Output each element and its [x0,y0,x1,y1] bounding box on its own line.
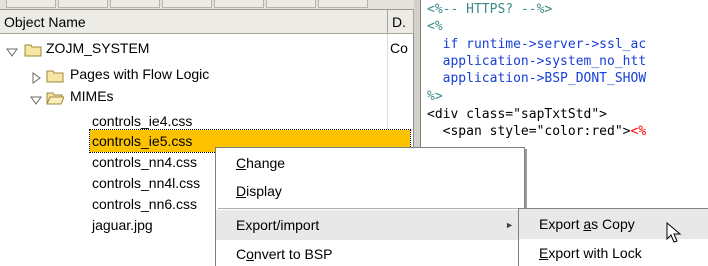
folder-icon [46,67,64,83]
code-line: application->BSP_DONT_SHOW [427,71,647,86]
menu-item-text: Export [539,216,584,232]
mouse-pointer-icon [666,221,682,244]
toolbar-button[interactable] [162,0,212,8]
tree-file-label: controls_nn4l.css [92,175,201,191]
folder-icon [24,41,42,57]
collapsed-arrow-icon[interactable] [30,68,42,84]
menu-item-text: isplay [246,183,282,199]
expanded-arrow-icon[interactable] [30,90,42,105]
menu-item-text: hange [246,155,286,171]
menu-item-mnemonic: o [246,246,254,262]
tree-node-root[interactable]: ZOJM_SYSTEM Co [0,37,408,59]
submenu-arrow-icon: ► [505,220,514,230]
toolbar-button[interactable] [214,0,264,8]
tree-file-label: jaguar.jpg [92,217,153,233]
toolbar-button[interactable] [266,0,316,8]
menu-item-display[interactable]: Display [216,176,524,206]
menu-item-mnemonic: a [583,216,592,232]
menu-item-text: C [236,246,247,262]
code-line: <%-- HTTPS? --%> [427,2,553,17]
tree-file-label: controls_nn6.css [92,196,198,212]
menu-item-text: xport with Lock [548,245,642,261]
code-line-mixed: <span style="color:red"><% [427,123,647,140]
tree-toolbar [0,0,414,10]
code-line: <% [427,19,443,34]
menu-item-text: Export/import [236,217,320,233]
tree-node-pages-with-flow-logic[interactable]: Pages with Flow Logic [0,63,384,85]
tree-node-description: Co [390,40,408,56]
menu-item-change[interactable]: Change [216,148,524,178]
toolbar-button[interactable] [6,0,56,8]
tree-node-label: Pages with Flow Logic [70,66,210,82]
code-line: if runtime->server->ssl_ac [427,37,647,52]
menu-item-convert-to-bsp[interactable]: Convert to BSP [216,239,524,266]
menu-item-mnemonic: D [236,183,247,199]
tree-header: Object Name D. [0,10,414,34]
code-line: %> [427,89,443,104]
context-menu: Change Display Export/import ► Convert to… [215,147,525,266]
code-line: application->system_no_htt [427,54,647,69]
tree-file-item[interactable]: controls_ie4.css [0,110,384,132]
tree-file-label: controls_nn4.css [92,154,198,170]
expanded-arrow-icon[interactable] [6,42,18,57]
toolbar-button[interactable] [58,0,108,8]
menu-separator [218,208,522,209]
code-text-html: <span style="color:red"> [427,124,631,139]
tree-node-mimes[interactable]: MIMEs [0,85,384,107]
tree-node-label: ZOJM_SYSTEM [46,40,150,56]
menu-item-mnemonic: C [236,155,247,171]
tree-node-label: MIMEs [70,88,114,104]
code-text-scriptlet: <% [630,124,647,139]
tree-file-label: controls_ie4.css [92,113,193,129]
open-folder-icon [46,89,65,105]
menu-item-export-import[interactable]: Export/import ► [216,210,524,240]
menu-item-text: s Copy [591,216,635,232]
toolbar-button[interactable] [110,0,160,8]
menu-item-text: nvert to BSP [253,246,333,262]
column-header-description[interactable]: D. [388,10,414,34]
column-header-object-name[interactable]: Object Name [0,10,388,34]
code-line: <div class="sapTxtStd"> [427,107,608,122]
sap-workbench-window: Object Name D. ZOJM_SYSTEM Co Pages with… [0,0,708,266]
toolbar-button[interactable] [318,0,368,8]
menu-item-mnemonic: E [539,245,549,261]
